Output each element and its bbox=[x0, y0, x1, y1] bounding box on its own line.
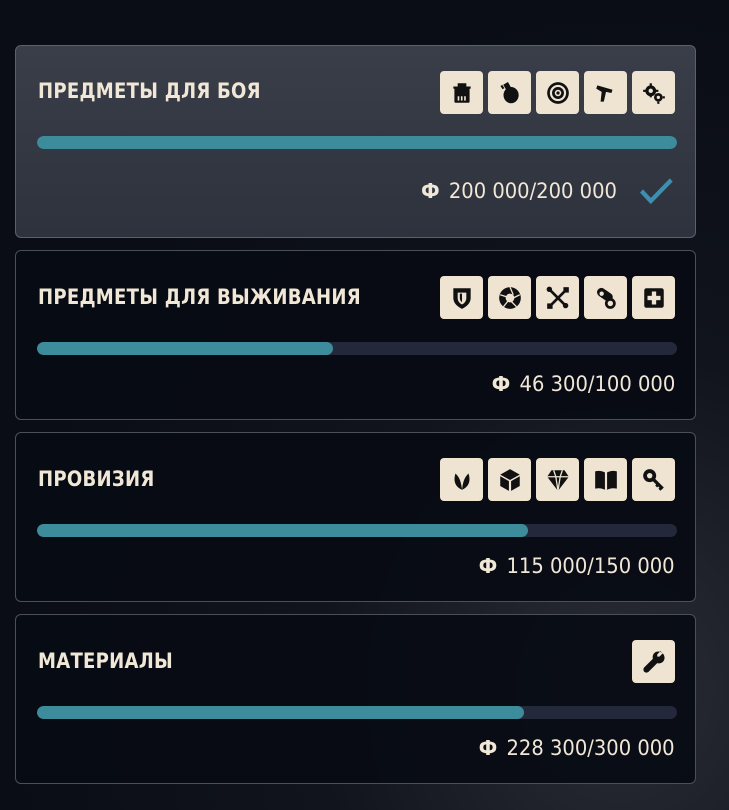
category-title: ПРЕДМЕТЫ ДЛЯ ВЫЖИВАНИЯ bbox=[38, 285, 361, 309]
category-card-combat[interactable]: ПРЕДМЕТЫ ДЛЯ БОЯ Ф 200 000/200 000 bbox=[15, 45, 696, 238]
pistol-icon bbox=[584, 71, 627, 114]
aperture-icon bbox=[488, 276, 531, 319]
gears-icon bbox=[632, 71, 675, 114]
progress-bar bbox=[37, 342, 677, 355]
category-icons bbox=[632, 640, 675, 683]
ammo-crate-icon bbox=[440, 71, 483, 114]
medkit-icon bbox=[632, 276, 675, 319]
leaf-icon bbox=[440, 458, 483, 501]
progress-bar-fill bbox=[37, 706, 525, 719]
category-amount: Ф 200 000/200 000 bbox=[421, 176, 675, 206]
amount-value: 200 000/200 000 bbox=[449, 179, 618, 203]
category-card-materials[interactable]: МАТЕРИАЛЫ Ф 228 300/300 000 bbox=[15, 614, 696, 784]
crossed-tools-icon bbox=[536, 276, 579, 319]
category-title: ПРЕДМЕТЫ ДЛЯ БОЯ bbox=[38, 79, 261, 103]
pills-icon bbox=[584, 276, 627, 319]
wrench-icon bbox=[632, 640, 675, 683]
box-icon bbox=[488, 458, 531, 501]
checkmark-icon bbox=[640, 178, 673, 205]
currency-icon: Ф bbox=[479, 554, 498, 578]
currency-icon: Ф bbox=[479, 736, 498, 760]
currency-icon: Ф bbox=[491, 372, 511, 396]
progress-bar bbox=[37, 706, 677, 719]
progress-bar bbox=[37, 136, 677, 149]
category-icons bbox=[440, 71, 675, 114]
amount-value: 115 000/150 000 bbox=[506, 554, 675, 578]
grenade-icon bbox=[488, 71, 531, 114]
target-icon bbox=[536, 71, 579, 114]
progress-bar-fill bbox=[37, 524, 528, 537]
category-title: ПРОВИЗИЯ bbox=[38, 467, 155, 491]
category-card-provisions[interactable]: ПРОВИЗИЯ Ф 115 000/150 000 bbox=[15, 432, 696, 602]
category-title: МАТЕРИАЛЫ bbox=[38, 649, 173, 673]
amount-value: 228 300/300 000 bbox=[506, 736, 675, 760]
progress-bar-fill bbox=[37, 342, 334, 355]
category-icons bbox=[440, 276, 675, 319]
key-icon bbox=[632, 458, 675, 501]
currency-icon: Ф bbox=[421, 179, 440, 203]
gem-icon bbox=[536, 458, 579, 501]
category-amount: Ф 46 300/100 000 bbox=[492, 372, 675, 396]
book-icon bbox=[584, 458, 627, 501]
progress-bar-fill bbox=[37, 136, 677, 149]
shield-icon bbox=[440, 276, 483, 319]
category-card-survival[interactable]: ПРЕДМЕТЫ ДЛЯ ВЫЖИВАНИЯ Ф 46 300/100 000 bbox=[15, 250, 696, 420]
category-amount: Ф 115 000/150 000 bbox=[479, 554, 675, 578]
progress-bar bbox=[37, 524, 677, 537]
category-amount: Ф 228 300/300 000 bbox=[479, 736, 675, 760]
amount-value: 46 300/100 000 bbox=[519, 372, 675, 396]
category-icons bbox=[440, 458, 675, 501]
